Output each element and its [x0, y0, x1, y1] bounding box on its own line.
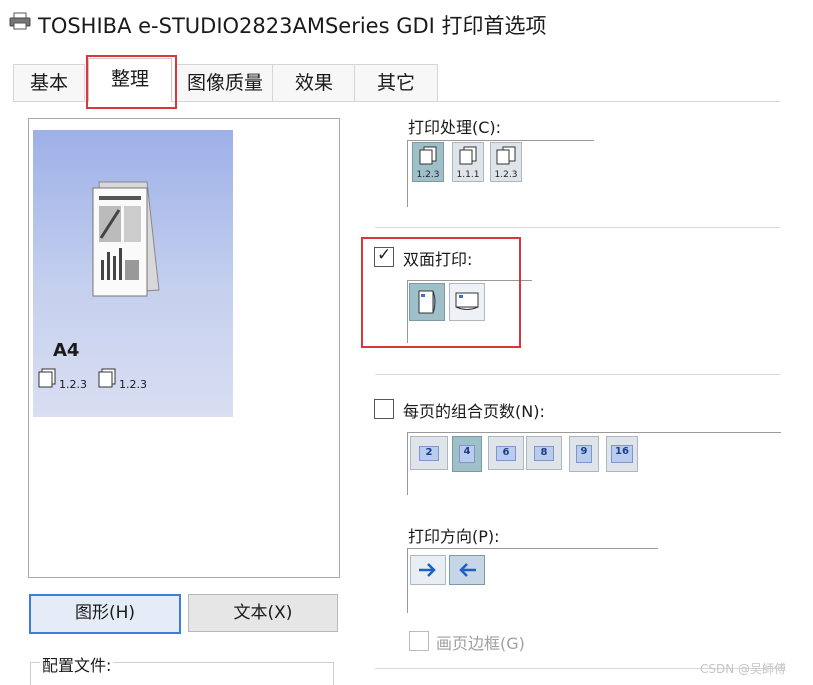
nup-9-button[interactable]: 9	[569, 436, 599, 472]
paper-size-label: A4	[53, 340, 80, 361]
long-edge-flip-icon	[418, 290, 436, 314]
title-bar: TOSHIBA e-STUDIO2823AMSeries GDI 打印首选项	[0, 0, 813, 44]
nup-16-value: 16	[611, 445, 633, 463]
window-title: TOSHIBA e-STUDIO2823AMSeries GDI 打印首选项	[38, 14, 547, 38]
checkmark-icon: ✓	[377, 245, 392, 265]
profile-label: 配置文件:	[40, 652, 114, 676]
group-option-button[interactable]: 1.1.1	[452, 142, 484, 182]
duplex-checkbox[interactable]: ✓	[374, 245, 394, 267]
nup-4-button[interactable]: 4	[452, 436, 482, 472]
preview-image: A4 1.2.3 1.2.3	[33, 130, 233, 417]
nup-8-button[interactable]: 8	[526, 436, 562, 470]
nup-9-value: 9	[576, 445, 592, 463]
direction-left-button[interactable]	[449, 555, 485, 585]
direction-label: 打印方向(P):	[408, 527, 500, 546]
tab-others[interactable]: 其它	[354, 64, 438, 101]
collate-icon	[419, 146, 437, 165]
tab-image-quality[interactable]: 图像质量	[176, 64, 274, 101]
tab-bar: 基本 整理 图像质量 效果 其它	[13, 58, 780, 102]
watermark-text: CSDN @吴師傅	[700, 662, 787, 676]
nup-2-value: 2	[419, 446, 439, 461]
tab-finishing[interactable]: 整理	[88, 58, 172, 102]
left-arrow-icon	[459, 563, 476, 577]
offset-collate-icon	[496, 146, 516, 165]
collate-option-button[interactable]: 1.2.3	[412, 142, 444, 182]
short-edge-flip-button[interactable]	[449, 283, 485, 321]
page-border-label: 画页边框(G)	[436, 634, 525, 653]
copy-stack-icon: 1.2.3	[37, 368, 93, 392]
section-divider	[375, 227, 780, 228]
graphic-view-button[interactable]: 图形(H)	[29, 594, 181, 634]
duplex-label: 双面打印:	[403, 250, 473, 269]
nup-2-button[interactable]: 2	[410, 436, 448, 470]
group-icon	[459, 146, 477, 165]
nup-label: 每页的组合页数(N):	[403, 402, 545, 421]
collate-order-label: 1.2.3	[416, 170, 440, 180]
nup-4-value: 4	[459, 445, 475, 463]
section-divider	[375, 374, 780, 375]
nup-6-value: 6	[496, 446, 516, 461]
group-order-label: 1.1.1	[456, 170, 480, 180]
short-edge-flip-icon	[455, 292, 479, 310]
stack-order-label: 1.2.3	[119, 378, 147, 391]
stack-order-label: 1.2.3	[59, 378, 87, 391]
nup-checkbox[interactable]	[374, 399, 394, 419]
printer-icon	[9, 12, 31, 30]
tab-basic[interactable]: 基本	[13, 64, 85, 101]
long-edge-flip-button[interactable]	[409, 283, 445, 321]
page-border-checkbox[interactable]	[409, 631, 429, 651]
text-view-button[interactable]: 文本(X)	[188, 594, 338, 632]
print-process-label: 打印处理(C):	[408, 118, 502, 137]
tab-effects[interactable]: 效果	[272, 64, 356, 101]
preview-panel: A4 1.2.3 1.2.3	[28, 118, 340, 578]
offset-order-label: 1.2.3	[494, 170, 518, 180]
nup-6-button[interactable]: 6	[488, 436, 524, 470]
nup-8-value: 8	[534, 446, 554, 461]
document-illustration-icon	[92, 181, 160, 297]
copy-stack-icon: 1.2.3	[97, 368, 153, 392]
right-arrow-icon	[419, 563, 436, 577]
offset-collate-option-button[interactable]: 1.2.3	[490, 142, 522, 182]
nup-16-button[interactable]: 16	[606, 436, 638, 472]
direction-right-button[interactable]	[410, 555, 446, 585]
